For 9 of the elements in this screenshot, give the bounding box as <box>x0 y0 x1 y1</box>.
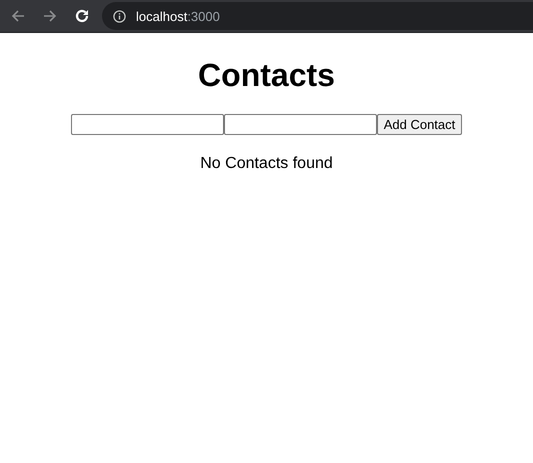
empty-message: No Contacts found <box>199 155 334 173</box>
info-icon[interactable] <box>113 10 126 22</box>
add-contact-button[interactable]: Add Contact <box>376 114 462 135</box>
reload-icon[interactable] <box>74 8 90 24</box>
url-text: localhost:3000 <box>136 8 220 24</box>
page-title: Contacts <box>197 57 336 94</box>
address-bar[interactable]: localhost:3000 <box>102 2 533 30</box>
input-field[interactable] <box>70 114 224 135</box>
input-field[interactable] <box>224 114 377 135</box>
